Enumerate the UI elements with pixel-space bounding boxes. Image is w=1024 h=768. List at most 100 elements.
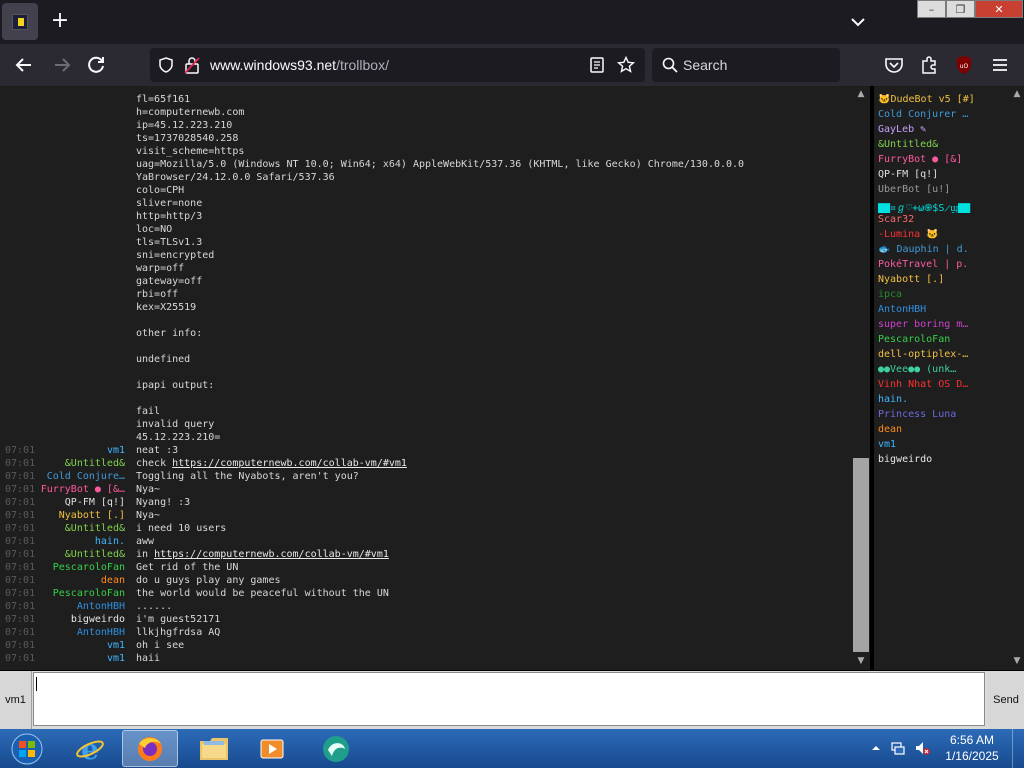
message-nick[interactable]: FurryBot ● [&…: [41, 484, 125, 495]
send-button[interactable]: Send: [988, 671, 1024, 729]
taskbar-media-player[interactable]: [244, 730, 300, 767]
chevron-down-icon[interactable]: [848, 12, 868, 32]
search-box[interactable]: Search: [652, 48, 840, 82]
scroll-down-arrow-icon[interactable]: ▼: [1012, 656, 1022, 666]
message-time: 07:01: [5, 627, 36, 638]
user-list-item[interactable]: ●●Vee●● (unk…: [878, 364, 1006, 378]
message-link[interactable]: https://computernewb.com/collab-vm/#vm1: [172, 458, 407, 469]
user-list-item[interactable]: 🐟 Dauphin | d.: [878, 244, 1006, 258]
ublock-origin-icon[interactable]: uO: [952, 53, 976, 77]
minimize-button[interactable]: –: [917, 0, 946, 18]
user-list-item[interactable]: UberBot [u!]: [878, 184, 1006, 198]
scroll-up-arrow-icon[interactable]: ▲: [856, 89, 866, 99]
user-list-item[interactable]: hain.: [878, 394, 1006, 408]
reload-icon[interactable]: [84, 53, 108, 77]
message-nick[interactable]: Cold Conjure…: [47, 471, 125, 482]
message-text: neat :3: [136, 445, 179, 456]
user-list-item[interactable]: Vinh Nhat OS D…: [878, 379, 1006, 393]
user-list-item[interactable]: GayLeb ✎: [878, 124, 1006, 138]
bookmark-star-icon[interactable]: [617, 56, 635, 74]
taskbar-clock[interactable]: 6:56 AM 1/16/2025: [938, 732, 1006, 764]
insecure-lock-icon[interactable]: [184, 56, 200, 74]
user-list-item[interactable]: PescaroloFan: [878, 334, 1006, 348]
text-caret: [36, 677, 37, 691]
taskbar-file-explorer[interactable]: [186, 730, 242, 767]
reader-view-icon[interactable]: [589, 57, 605, 73]
user-list-item[interactable]: FurryBot ● [&]: [878, 154, 1006, 168]
address-bar[interactable]: www.windows93.net/trollbox/: [150, 48, 645, 82]
message-nick[interactable]: dean: [101, 575, 125, 586]
chat-message: kex=X25519: [0, 302, 850, 315]
show-desktop-button[interactable]: [1012, 729, 1024, 768]
user-list-item[interactable]: dean: [878, 424, 1006, 438]
user-list-item[interactable]: AntonHBH: [878, 304, 1006, 318]
message-time: 07:01: [5, 445, 36, 456]
user-list-item[interactable]: Nyabott [.]: [878, 274, 1006, 288]
menu-hamburger-icon[interactable]: [988, 53, 1012, 77]
scroll-down-arrow-icon[interactable]: ▼: [856, 656, 866, 666]
message-nick[interactable]: &Untitled&: [65, 458, 125, 469]
user-list-item[interactable]: Cold Conjurer …: [878, 109, 1006, 123]
message-nick[interactable]: PescaroloFan: [53, 588, 125, 599]
nickname-button[interactable]: vm1: [0, 671, 32, 729]
user-list-item[interactable]: ipca: [878, 289, 1006, 303]
message-input[interactable]: [33, 672, 985, 726]
message-link[interactable]: https://computernewb.com/collab-vm/#vm1: [154, 549, 389, 560]
chat-message: http=http/3: [0, 211, 850, 224]
user-list-item[interactable]: Princess Luna: [878, 409, 1006, 423]
message-nick[interactable]: AntonHBH: [77, 601, 125, 612]
chat-scrollbar[interactable]: ▲ ▼: [852, 86, 870, 670]
user-list-item[interactable]: bigweirdo: [878, 454, 1006, 468]
start-button[interactable]: [0, 730, 54, 767]
user-list-item[interactable]: dell-optiplex-…: [878, 349, 1006, 363]
message-nick[interactable]: bigweirdo: [71, 614, 125, 625]
message-nick[interactable]: Nyabott [.]: [59, 510, 125, 521]
message-nick[interactable]: AntonHBH: [77, 627, 125, 638]
chat-message: ip=45.12.223.210: [0, 120, 850, 133]
taskbar-firefox[interactable]: [122, 730, 178, 767]
back-arrow-icon[interactable]: [12, 53, 36, 77]
scroll-up-arrow-icon[interactable]: ▲: [1012, 89, 1022, 99]
message-nick[interactable]: vm1: [107, 640, 125, 651]
message-nick[interactable]: QP-FM [q!]: [65, 497, 125, 508]
close-window-button[interactable]: ✕: [975, 0, 1023, 18]
message-text: invalid query: [136, 419, 215, 430]
taskbar-app[interactable]: [308, 730, 364, 767]
shield-icon[interactable]: [158, 57, 174, 73]
message-body: ts=1737028540.258: [136, 133, 238, 144]
message-text: Nya~: [136, 484, 161, 495]
new-tab-button[interactable]: +: [48, 10, 72, 34]
chat-scrollbar-thumb[interactable]: [853, 458, 869, 652]
user-list-item[interactable]: Scar32: [878, 214, 1006, 228]
message-body: http=http/3: [136, 211, 202, 222]
extensions-puzzle-icon[interactable]: [917, 53, 941, 77]
user-list-item[interactable]: PokéTravel | p.: [878, 259, 1006, 273]
forward-arrow-icon[interactable]: [50, 53, 74, 77]
user-list-item[interactable]: -Lumina 🐱: [878, 229, 1006, 243]
user-list-item[interactable]: 🐱DudeBot v5 [#]: [878, 94, 1006, 108]
pocket-icon[interactable]: [882, 53, 906, 77]
message-nick[interactable]: vm1: [107, 653, 125, 664]
user-list-item[interactable]: QP-FM [q!]: [878, 169, 1006, 183]
message-nick[interactable]: vm1: [107, 445, 125, 456]
user-list-item[interactable]: &Untitled&: [878, 139, 1006, 153]
restore-button[interactable]: ❐: [946, 0, 975, 18]
network-icon[interactable]: [890, 740, 906, 756]
taskbar-internet-explorer[interactable]: e: [62, 730, 118, 767]
message-nick[interactable]: hain.: [95, 536, 125, 547]
chat-message: colo=CPH: [0, 185, 850, 198]
message-nick[interactable]: PescaroloFan: [53, 562, 125, 573]
message-nick[interactable]: &Untitled&: [65, 523, 125, 534]
message-time: 07:01: [5, 588, 36, 599]
user-list-item[interactable]: ▇▇¤ℊ♡+ω֍$S̷ϣ▇▇: [878, 199, 1006, 213]
user-list-item[interactable]: vm1: [878, 439, 1006, 453]
message-nick[interactable]: &Untitled&: [65, 549, 125, 560]
volume-muted-icon[interactable]: [914, 740, 930, 756]
chat-message: ts=1737028540.258: [0, 133, 850, 146]
show-hidden-icons-arrow-icon[interactable]: [868, 740, 884, 756]
user-list-item[interactable]: super boring m…: [878, 319, 1006, 333]
message-text: ......: [136, 601, 173, 612]
chat-message: 45.12.223.210=: [0, 432, 850, 445]
tab-trollbox[interactable]: [2, 3, 38, 40]
user-list-scrollbar[interactable]: ▲ ▼: [1008, 86, 1024, 670]
